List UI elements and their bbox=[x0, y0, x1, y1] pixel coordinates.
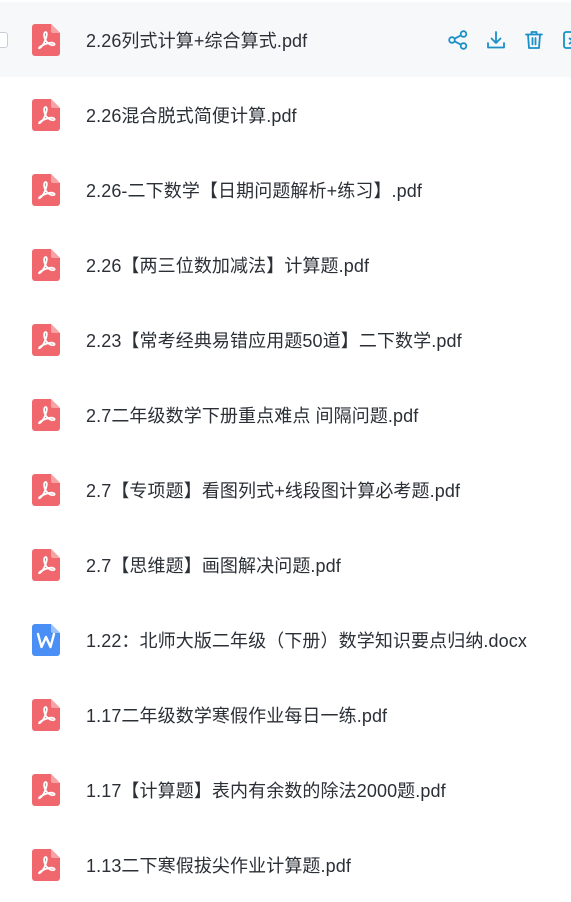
file-row[interactable]: 2.7【专项题】看图列式+线段图计算必考题.pdf bbox=[0, 452, 571, 527]
file-row[interactable]: 1.13二下寒假拔尖作业计算题.pdf bbox=[0, 827, 571, 902]
file-name[interactable]: 2.7二年级数学下册重点难点 间隔问题.pdf bbox=[86, 402, 418, 428]
file-name[interactable]: 1.22：北师大版二年级（下册）数学知识要点归纳.docx bbox=[86, 627, 527, 653]
file-name[interactable]: 2.26混合脱式简便计算.pdf bbox=[86, 102, 297, 128]
file-row[interactable]: 2.7二年级数学下册重点难点 间隔问题.pdf bbox=[0, 377, 571, 452]
file-name[interactable]: 2.26-二下数学【日期问题解析+练习】.pdf bbox=[86, 177, 422, 203]
file-row[interactable]: 2.26-二下数学【日期问题解析+练习】.pdf bbox=[0, 152, 571, 227]
pdf-icon bbox=[32, 323, 60, 356]
file-name[interactable]: 2.7【思维题】画图解决问题.pdf bbox=[86, 552, 341, 578]
file-name[interactable]: 1.17【计算题】表内有余数的除法2000题.pdf bbox=[86, 777, 446, 803]
file-row[interactable]: 2.26【两三位数加减法】计算题.pdf bbox=[0, 227, 571, 302]
pdf-icon bbox=[32, 548, 60, 581]
row-actions bbox=[446, 28, 571, 52]
file-row[interactable]: 2.26列式计算+综合算式.pdf bbox=[0, 2, 571, 77]
file-row[interactable]: 1.22：北师大版二年级（下册）数学知识要点归纳.docx bbox=[0, 602, 571, 677]
file-row[interactable]: 2.7【思维题】画图解决问题.pdf bbox=[0, 527, 571, 602]
pdf-icon bbox=[32, 98, 60, 131]
file-row[interactable]: 1.17二年级数学寒假作业每日一练.pdf bbox=[0, 677, 571, 752]
pdf-icon bbox=[32, 248, 60, 281]
file-row[interactable]: 1.17【计算题】表内有余数的除法2000题.pdf bbox=[0, 752, 571, 827]
file-name[interactable]: 2.26【两三位数加减法】计算题.pdf bbox=[86, 252, 369, 278]
pdf-icon bbox=[32, 698, 60, 731]
more-icon[interactable] bbox=[560, 28, 571, 52]
delete-icon[interactable] bbox=[522, 28, 546, 52]
pdf-icon bbox=[32, 773, 60, 806]
file-list: 2.26列式计算+综合算式.pdf 2.26混合脱式简便计算.pdf 2.26-… bbox=[0, 0, 571, 902]
file-row[interactable]: 2.26混合脱式简便计算.pdf bbox=[0, 77, 571, 152]
file-row[interactable]: 2.23【常考经典易错应用题50道】二下数学.pdf bbox=[0, 302, 571, 377]
file-name[interactable]: 2.26列式计算+综合算式.pdf bbox=[86, 27, 307, 53]
word-icon bbox=[32, 623, 60, 656]
row-checkbox[interactable] bbox=[0, 31, 8, 48]
pdf-icon bbox=[32, 473, 60, 506]
file-name[interactable]: 1.13二下寒假拔尖作业计算题.pdf bbox=[86, 852, 351, 878]
download-icon[interactable] bbox=[484, 28, 508, 52]
file-name[interactable]: 1.17二年级数学寒假作业每日一练.pdf bbox=[86, 702, 387, 728]
share-icon[interactable] bbox=[446, 28, 470, 52]
pdf-icon bbox=[32, 398, 60, 431]
pdf-icon bbox=[32, 173, 60, 206]
file-name[interactable]: 2.7【专项题】看图列式+线段图计算必考题.pdf bbox=[86, 477, 460, 503]
file-name[interactable]: 2.23【常考经典易错应用题50道】二下数学.pdf bbox=[86, 327, 462, 353]
pdf-icon bbox=[32, 848, 60, 881]
pdf-icon bbox=[32, 23, 60, 56]
